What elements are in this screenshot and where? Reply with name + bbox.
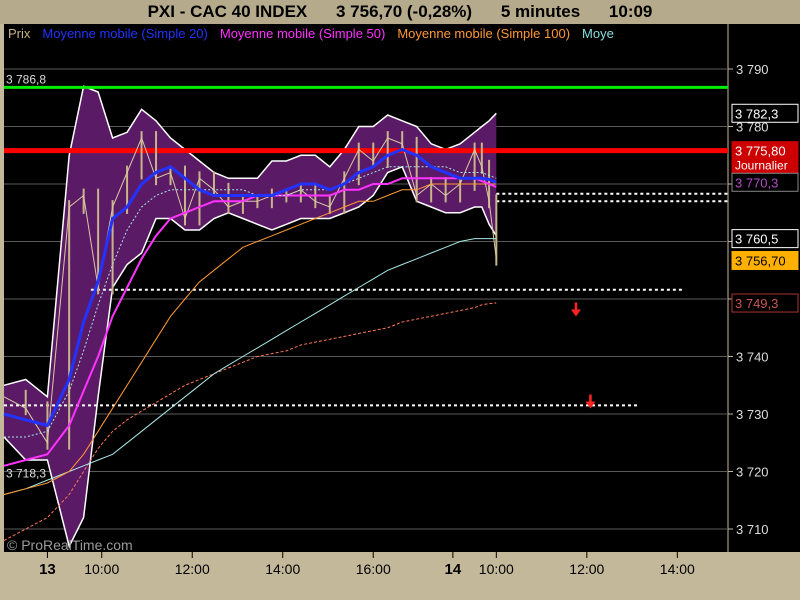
legend-item[interactable]: Moyenne mobile (Simple 100): [397, 26, 570, 41]
x-tick-label: 10:00: [84, 561, 119, 577]
price-label-extra: Journalier: [735, 159, 788, 173]
y-tick-label: 3 730: [736, 407, 769, 422]
left-price-label: 3 786,8: [6, 72, 46, 86]
left-price-label: 3 718,3: [6, 466, 46, 480]
y-tick-label: 3 740: [736, 350, 769, 365]
x-tick-label: 13: [39, 561, 56, 578]
x-tick-label: 14:00: [265, 561, 300, 577]
price-label: 3 770,3: [735, 175, 778, 190]
watermark: © ProRealTime.com: [7, 537, 133, 553]
chart-window: PXI - CAC 40 INDEX 3 756,70 (-0,28%) 5 m…: [0, 0, 800, 600]
x-tick-label: 10:00: [479, 561, 514, 577]
price-label: 3 749,3: [735, 296, 778, 311]
y-tick-label: 3 710: [736, 522, 769, 537]
price-label: 3 760,5: [735, 232, 778, 247]
x-tick-label: 12:00: [175, 561, 210, 577]
price-chart[interactable]: 3 7903 7803 7703 7603 7503 7403 7303 720…: [0, 0, 800, 600]
legend-item[interactable]: Moyenne mobile (Simple 20): [42, 26, 207, 41]
y-tick-label: 3 790: [736, 62, 769, 77]
price-label: 3 756,70: [735, 253, 786, 268]
legend-item[interactable]: Prix: [8, 26, 31, 41]
price-label: 3 782,3: [735, 106, 778, 121]
x-tick-label: 14: [445, 561, 462, 578]
y-tick-label: 3 720: [736, 465, 769, 480]
x-tick-label: 14:00: [660, 561, 695, 577]
legend-item[interactable]: Moyenne mobile (Simple 50): [220, 26, 385, 41]
x-tick-label: 16:00: [356, 561, 391, 577]
x-tick-label: 12:00: [569, 561, 604, 577]
price-label: 3 775,80: [735, 144, 786, 159]
legend-item[interactable]: Moye: [582, 26, 614, 41]
